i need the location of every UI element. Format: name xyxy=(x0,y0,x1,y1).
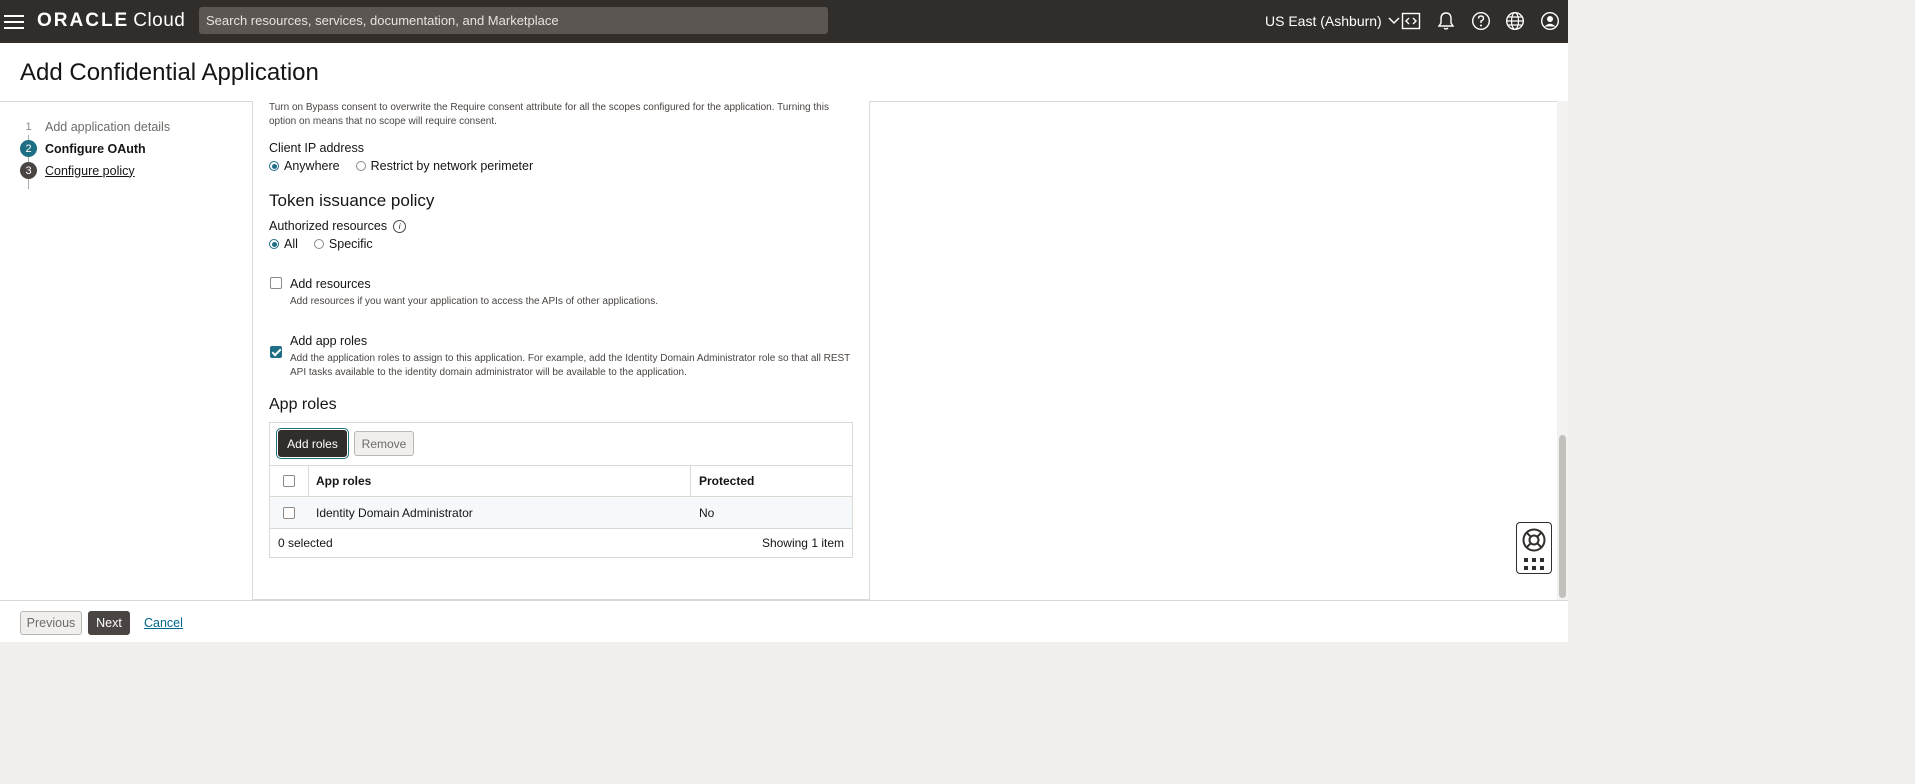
cell-protected: No xyxy=(699,505,715,520)
add-roles-button[interactable]: Add roles xyxy=(276,428,349,459)
wizard-footer: Previous Next Cancel xyxy=(0,600,1568,642)
authorized-resources-label: Authorized resources xyxy=(269,219,388,233)
radio-specific-label: Specific xyxy=(328,237,373,251)
app-roles-heading: App roles xyxy=(269,396,337,413)
selected-count: 0 selected xyxy=(278,535,333,550)
showing-count: Showing 1 item xyxy=(761,535,844,550)
table-footer: 0 selected Showing 1 item xyxy=(270,528,852,557)
next-button[interactable]: Next xyxy=(88,611,130,635)
help-icon[interactable] xyxy=(1471,11,1491,31)
client-ip-radio-group: Anywhere Restrict by network perimeter xyxy=(269,159,533,173)
app-roles-table: Add roles Remove App roles Protected Ide… xyxy=(269,422,853,558)
help-widget[interactable] xyxy=(1516,522,1552,574)
step-add-application-details[interactable]: 1 Add application details xyxy=(20,118,170,135)
add-resources-description: Add resources if you want your applicati… xyxy=(290,296,658,307)
client-ip-label: Client IP address xyxy=(269,141,364,155)
app-root: ORACLECloud US East (Ashburn) xyxy=(0,0,1568,642)
oracle-cloud-logo[interactable]: ORACLE Cloud xyxy=(37,10,185,32)
add-resources-label: Add resources xyxy=(290,277,371,291)
column-header-app-roles[interactable]: App roles xyxy=(316,465,371,496)
step-number: 3 xyxy=(20,162,37,179)
radio-anywhere-label: Anywhere xyxy=(284,159,340,173)
step-label: Add application details xyxy=(45,119,171,134)
code-icon[interactable] xyxy=(1401,11,1421,31)
form-panel: Turn on Bypass consent to overwrite the … xyxy=(252,101,870,600)
lifebuoy-icon xyxy=(1522,528,1546,552)
search-input[interactable] xyxy=(199,7,828,34)
radio-restrict-network-label: Restrict by network perimeter xyxy=(370,159,534,173)
scrollbar-thumb[interactable] xyxy=(1559,435,1566,598)
previous-button[interactable]: Previous xyxy=(20,611,82,635)
table-toolbar: Add roles Remove xyxy=(270,423,852,466)
row-select-cell xyxy=(283,497,295,528)
authorized-resources-label-row: Authorized resources i xyxy=(269,219,407,233)
page-header: Add Confidential Application xyxy=(0,43,1568,102)
radio-anywhere[interactable] xyxy=(269,161,279,171)
hamburger-icon[interactable] xyxy=(4,12,24,30)
authorized-resources-radio-group: All Specific xyxy=(269,237,373,251)
page-title: Add Confidential Application xyxy=(20,59,319,86)
select-all-cell xyxy=(283,465,295,496)
radio-all[interactable] xyxy=(269,239,279,249)
top-bar: ORACLECloud US East (Ashburn) xyxy=(0,0,1568,43)
region-label: US East (Ashburn) xyxy=(1265,13,1382,29)
add-app-roles-description: Add the application roles to assign to t… xyxy=(290,353,851,378)
info-icon[interactable]: i xyxy=(393,219,407,233)
chevron-down-icon xyxy=(1388,17,1400,25)
globe-icon[interactable] xyxy=(1505,11,1525,31)
select-all-checkbox[interactable] xyxy=(283,474,295,487)
table-row[interactable]: Identity Domain Administrator No xyxy=(270,497,852,529)
cancel-link[interactable]: Cancel xyxy=(144,616,183,630)
column-header-protected[interactable]: Protected xyxy=(699,465,754,496)
table-header: App roles Protected xyxy=(270,465,852,497)
radio-restrict-network[interactable] xyxy=(355,161,366,171)
add-app-roles-checkbox[interactable] xyxy=(270,346,282,358)
brand-text: ORACLE xyxy=(37,10,130,31)
step-configure-policy[interactable]: 3 Configure policy xyxy=(20,162,135,179)
row-checkbox[interactable] xyxy=(283,506,295,519)
remove-button[interactable]: Remove xyxy=(354,431,414,456)
scrollbar[interactable] xyxy=(1557,101,1568,600)
radio-all-label: All xyxy=(284,237,298,251)
region-selector[interactable]: US East (Ashburn) xyxy=(1265,13,1400,29)
token-issuance-heading: Token issuance policy xyxy=(269,191,435,210)
user-icon[interactable] xyxy=(1540,11,1560,31)
bell-icon[interactable] xyxy=(1436,11,1456,31)
step-number: 2 xyxy=(20,140,37,157)
cell-app-role: Identity Domain Administrator xyxy=(316,505,473,520)
product-text: Cloud xyxy=(133,10,186,31)
bypass-consent-description: Turn on Bypass consent to overwrite the … xyxy=(269,102,829,127)
add-resources-checkbox[interactable] xyxy=(270,277,282,289)
add-app-roles-label: Add app roles xyxy=(290,334,368,348)
step-label: Configure policy xyxy=(45,163,135,178)
step-configure-oauth[interactable]: 2 Configure OAuth xyxy=(20,140,146,157)
step-number: 1 xyxy=(25,120,32,133)
grid-icon xyxy=(1524,558,1544,570)
step-label: Configure OAuth xyxy=(45,141,146,156)
radio-specific[interactable] xyxy=(313,239,324,249)
